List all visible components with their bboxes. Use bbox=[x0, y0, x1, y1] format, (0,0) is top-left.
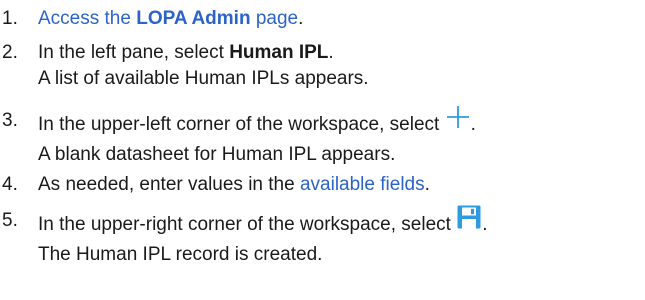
step-instruction: In the upper-left corner of the workspac… bbox=[38, 114, 445, 136]
plus-icon bbox=[445, 104, 471, 138]
link-suffix: page bbox=[250, 8, 299, 29]
step-result: A blank datasheet for Human IPL appears. bbox=[38, 144, 396, 165]
step-number: 2. bbox=[2, 42, 18, 63]
step-number: 3. bbox=[2, 110, 18, 131]
step-text: Access the LOPA Admin page. bbox=[38, 6, 303, 32]
step-number: 4. bbox=[2, 174, 18, 195]
step-number: 1. bbox=[2, 8, 18, 29]
step-number: 5. bbox=[2, 210, 18, 231]
step-punct: . bbox=[482, 214, 488, 236]
step-text: In the upper-left corner of the workspac… bbox=[38, 106, 476, 168]
step-instruction: In the upper-right corner of the workspa… bbox=[38, 214, 457, 236]
step-punct: . bbox=[470, 114, 476, 136]
lopa-admin-link[interactable]: Access the LOPA Admin page bbox=[38, 8, 298, 29]
step-text: In the upper-right corner of the workspa… bbox=[38, 205, 488, 268]
step-result: The Human IPL record is created. bbox=[38, 244, 323, 265]
step-bold-term: Human IPL bbox=[229, 42, 329, 63]
step-punct: . bbox=[298, 8, 304, 29]
link-prefix: Access the bbox=[38, 8, 137, 29]
step-instruction: In the left pane, select bbox=[38, 42, 230, 63]
step-punct: . bbox=[328, 42, 334, 63]
save-icon bbox=[456, 204, 482, 238]
link-bold: LOPA Admin bbox=[136, 8, 251, 29]
step-result: A list of available Human IPLs appears. bbox=[38, 68, 369, 89]
step-punct: . bbox=[424, 174, 430, 195]
procedure-steps: 1. Access the LOPA Admin page. 2. In the… bbox=[0, 0, 645, 300]
step-instruction: As needed, enter values in the bbox=[38, 174, 300, 195]
step-text: As needed, enter values in the available… bbox=[38, 172, 430, 198]
step-text: In the left pane, select Human IPL. A li… bbox=[38, 40, 369, 92]
available-fields-link[interactable]: available fields bbox=[300, 174, 425, 195]
